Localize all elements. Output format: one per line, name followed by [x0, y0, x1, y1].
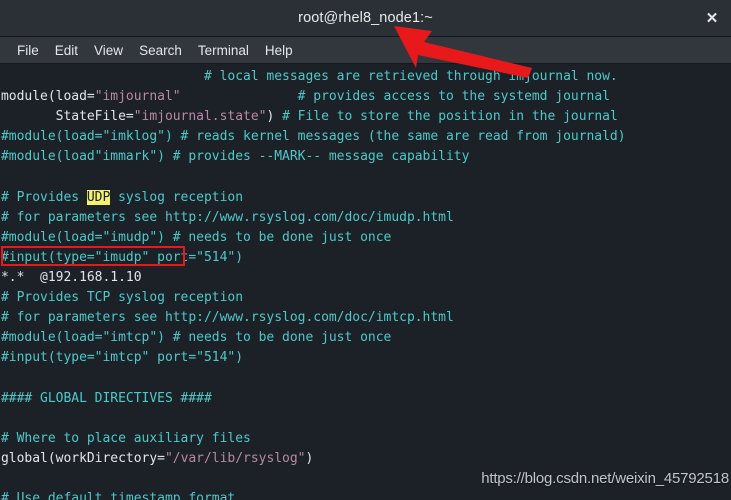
terminal-text: *.* @192.168.1.10: [1, 269, 142, 285]
terminal-text: # File to store the position in the jour…: [282, 109, 618, 125]
terminal-output[interactable]: # local messages are retrieved through i…: [0, 64, 731, 500]
terminal-line: global(workDirectory="/var/lib/rsyslog"): [1, 449, 731, 469]
terminal-line: #input(type="imudp" port="514"): [1, 248, 731, 268]
terminal-text: syslog reception: [110, 189, 244, 205]
window-titlebar: root@rhel8_node1:~ ✕: [0, 0, 731, 37]
watermark-text: https://blog.csdn.net/weixin_45792518: [481, 470, 729, 487]
menu-item-terminal[interactable]: Terminal: [190, 41, 257, 60]
terminal-line: # Provides TCP syslog reception: [1, 288, 731, 308]
terminal-text: # Use default timestamp format: [1, 490, 236, 500]
terminal-text: #module(load"immark") # provides --MARK-…: [1, 149, 470, 165]
terminal-text: "imjournal.state": [133, 109, 267, 125]
terminal-line: # for parameters see http://www.rsyslog.…: [1, 308, 731, 328]
terminal-line: module(load="imjournal" # provides acces…: [1, 87, 731, 107]
terminal-text: # for parameters see http://www.rsyslog.…: [1, 310, 454, 326]
terminal-text: ): [266, 109, 283, 125]
menu-item-help[interactable]: Help: [257, 41, 301, 60]
terminal-line: # Where to place auxiliary files: [1, 429, 731, 449]
menu-bar: File Edit View Search Terminal Help: [0, 37, 731, 64]
search-highlight: UDP: [86, 189, 111, 205]
terminal-line: # Provides UDP syslog reception: [1, 188, 731, 208]
terminal-text: # for parameters see http://www.rsyslog.…: [1, 209, 454, 225]
terminal-text: #### GLOBAL DIRECTIVES ####: [1, 390, 212, 406]
terminal-text: #module(load="imtcp") # needs to be done…: [1, 330, 392, 346]
terminal-text: #input(type="imudp" port="514"): [1, 249, 244, 265]
terminal-text: "imjournal": [94, 89, 181, 105]
terminal-text: ): [305, 450, 314, 466]
terminal-line: #module(load="imklog") # reads kernel me…: [1, 127, 731, 147]
close-icon[interactable]: ✕: [701, 8, 723, 30]
terminal-line: StateFile="imjournal.state") # File to s…: [1, 107, 731, 127]
terminal-line: # local messages are retrieved through i…: [1, 67, 731, 87]
terminal-line: #input(type="imtcp" port="514"): [1, 348, 731, 368]
terminal-line: # Use default timestamp format: [1, 489, 731, 500]
terminal-text: #input(type="imtcp" port="514"): [1, 350, 244, 366]
terminal-text: StateFile=: [1, 109, 134, 125]
terminal-text: global(workDirectory=: [1, 450, 165, 466]
terminal-text: # Provides: [1, 189, 87, 205]
terminal-line: #module(load"immark") # provides --MARK-…: [1, 147, 731, 167]
menu-item-search[interactable]: Search: [131, 41, 190, 60]
terminal-text: # Provides TCP syslog reception: [1, 290, 244, 306]
menu-item-file[interactable]: File: [9, 41, 47, 60]
terminal-text: module(load=: [1, 89, 95, 105]
terminal-line: #### GLOBAL DIRECTIVES ####: [1, 389, 731, 409]
menu-item-view[interactable]: View: [86, 41, 131, 60]
menu-item-edit[interactable]: Edit: [47, 41, 86, 60]
terminal-text: # local messages are retrieved through i…: [1, 69, 618, 84]
terminal-line: #module(load="imtcp") # needs to be done…: [1, 328, 731, 348]
terminal-text: # provides access to the systemd journal: [297, 89, 610, 105]
terminal-window: root@rhel8_node1:~ ✕ File Edit View Search T…: [0, 0, 731, 500]
terminal-text: "/var/lib/rsyslog": [164, 450, 306, 466]
window-title: root@rhel8_node1:~: [298, 10, 433, 26]
terminal-line: *.* @192.168.1.10: [1, 268, 731, 288]
terminal-line: # for parameters see http://www.rsyslog.…: [1, 208, 731, 228]
terminal-line: #module(load="imudp") # needs to be done…: [1, 228, 731, 248]
terminal-text: # Where to place auxiliary files: [1, 430, 251, 446]
terminal-text: #module(load="imklog") # reads kernel me…: [1, 129, 626, 145]
terminal-text: #module(load="imudp") # needs to be done…: [1, 229, 392, 245]
